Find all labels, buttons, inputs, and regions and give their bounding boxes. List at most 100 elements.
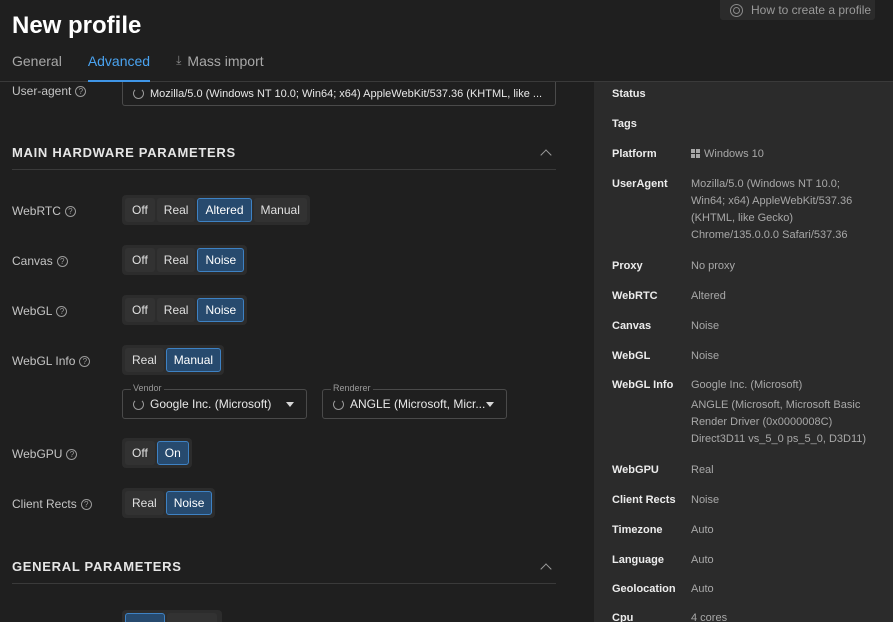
summary-webgl-info: WebGL Info Google Inc. (Microsoft) ANGLE… (612, 377, 875, 448)
webgl-label: WebGL ? (12, 304, 68, 318)
webrtc-option-altered[interactable]: Altered (197, 198, 252, 222)
refresh-icon[interactable] (133, 88, 144, 99)
summary-geolocation: Geolocation Auto (612, 581, 875, 598)
refresh-icon[interactable] (133, 398, 144, 410)
summary-key: Proxy (612, 260, 643, 272)
webgl-info-label: WebGL Info ? (12, 354, 91, 368)
summary-value-platform: Windows 10 (691, 146, 875, 163)
vendor-field-label: Vendor (131, 383, 164, 393)
client-rects-toggle-group: Real Noise (122, 488, 216, 518)
summary-value: Auto (691, 554, 714, 566)
renderer-field-label: Renderer (331, 383, 373, 393)
webgl-info-option-manual[interactable]: Manual (165, 348, 222, 372)
canvas-option-real[interactable]: Real (156, 248, 196, 272)
webgl-option-noise[interactable]: Noise (197, 298, 245, 322)
webgpu-option-on[interactable]: On (156, 441, 189, 465)
user-agent-field[interactable]: Mozilla/5.0 (Windows NT 10.0; Win64; x64… (122, 82, 556, 106)
webgl-info-renderer: ANGLE (Microsoft, Microsoft Basic Render… (691, 399, 867, 445)
tab-mass-import-label: Mass import (187, 53, 264, 69)
webgl-info-toggle-group: Real Manual (122, 345, 225, 375)
download-icon: ⤓ (176, 53, 182, 67)
summary-webrtc: WebRTC Altered (612, 288, 875, 305)
summary-status: Status (612, 86, 875, 103)
user-agent-value: Mozilla/5.0 (Windows NT 10.0; Win64; x64… (150, 87, 543, 100)
summary-platform: Platform Windows 10 (612, 146, 875, 163)
summary-key: WebGL Info (612, 379, 674, 391)
summary-useragent: UserAgent Mozilla/5.0 (Windows NT 10.0; … (612, 176, 875, 244)
user-agent-label: User-agent ? (12, 84, 87, 98)
help-icon[interactable]: ? (66, 448, 78, 460)
webgl-label-text: WebGL (12, 304, 53, 318)
caret-down-icon (286, 402, 294, 407)
summary-webgl: WebGL Noise (612, 348, 875, 365)
webgpu-label-text: WebGPU (12, 447, 63, 461)
tab-advanced-label: Advanced (87, 53, 151, 69)
canvas-option-noise[interactable]: Noise (197, 248, 245, 272)
tab-advanced[interactable]: Advanced (87, 53, 151, 82)
platform-value: Windows 10 (704, 148, 764, 160)
help-icon[interactable]: ? (56, 305, 68, 317)
user-agent-label-text: User-agent (12, 84, 72, 98)
how-to-label: How to create a profile (751, 3, 872, 17)
client-rects-label-text: Client Rects (12, 497, 77, 511)
webgl-option-real[interactable]: Real (156, 298, 196, 322)
summary-value: Noise (691, 350, 720, 362)
how-to-create-profile-button[interactable]: How to create a profile (720, 0, 875, 20)
summary-canvas: Canvas Noise (612, 318, 875, 335)
webgl-info-option-real[interactable]: Real (125, 348, 164, 372)
partial-option[interactable] (167, 613, 217, 622)
client-rects-option-real[interactable]: Real (125, 491, 164, 515)
tab-general[interactable]: General (12, 53, 62, 82)
tab-general-label: General (12, 53, 62, 69)
windows-icon (691, 149, 700, 158)
general-params-section-header[interactable]: GENERAL PARAMETERS (12, 550, 556, 584)
help-icon[interactable]: ? (75, 85, 87, 97)
help-icon[interactable]: ? (64, 205, 76, 217)
chevron-up-icon[interactable] (540, 562, 552, 575)
summary-value: Noise (691, 494, 720, 506)
help-icon[interactable]: ? (80, 498, 92, 510)
webrtc-label-text: WebRTC (12, 204, 61, 218)
help-icon[interactable]: ? (56, 255, 68, 267)
webrtc-label: WebRTC ? (12, 204, 76, 218)
canvas-option-off[interactable]: Off (125, 248, 155, 272)
renderer-select[interactable]: Renderer ANGLE (Microsoft, Micr... (322, 383, 507, 419)
partial-option-selected[interactable] (125, 613, 165, 622)
caret-down-icon (486, 402, 494, 407)
summary-key: Status (612, 88, 646, 100)
canvas-label-text: Canvas (12, 254, 53, 268)
summary-language: Language Auto (612, 552, 875, 569)
canvas-toggle-group: Off Real Noise (122, 245, 248, 275)
summary-key: Client Rects (612, 494, 676, 506)
webgl-info-vendor: Google Inc. (Microsoft) (691, 379, 803, 391)
summary-value (691, 116, 875, 133)
help-icon[interactable]: ? (79, 355, 91, 367)
webgl-option-off[interactable]: Off (125, 298, 155, 322)
webgpu-option-off[interactable]: Off (125, 441, 155, 465)
profile-summary-panel: Status Tags Platform Windows 10 UserAgen… (594, 82, 893, 622)
summary-timezone: Timezone Auto (612, 522, 875, 539)
tab-mass-import[interactable]: ⤓ Mass import (176, 53, 264, 82)
client-rects-label: Client Rects ? (12, 497, 92, 511)
summary-value: Real (691, 464, 714, 476)
summary-value: Auto (691, 524, 714, 536)
summary-value (691, 86, 875, 103)
canvas-label: Canvas ? (12, 254, 68, 268)
settings-panel: User-agent ? Mozilla/5.0 (Windows NT 10.… (0, 82, 594, 622)
webrtc-toggle-group: Off Real Altered Manual (122, 195, 310, 225)
summary-key: Language (612, 554, 664, 566)
vendor-select[interactable]: Vendor Google Inc. (Microsoft) (122, 383, 307, 419)
refresh-icon[interactable] (333, 398, 344, 410)
main-hardware-section-header[interactable]: MAIN HARDWARE PARAMETERS (12, 136, 556, 170)
webrtc-option-real[interactable]: Real (156, 198, 196, 222)
webrtc-option-off[interactable]: Off (125, 198, 155, 222)
summary-key: Canvas (612, 320, 652, 332)
chevron-up-icon[interactable] (540, 148, 552, 161)
renderer-value: ANGLE (Microsoft, Micr... (350, 397, 486, 411)
summary-key: WebGPU (612, 464, 659, 476)
webrtc-option-manual[interactable]: Manual (253, 198, 307, 222)
summary-key: Timezone (612, 524, 663, 536)
summary-proxy: Proxy No proxy (612, 258, 875, 275)
summary-tags: Tags (612, 116, 875, 133)
client-rects-option-noise[interactable]: Noise (165, 491, 213, 515)
